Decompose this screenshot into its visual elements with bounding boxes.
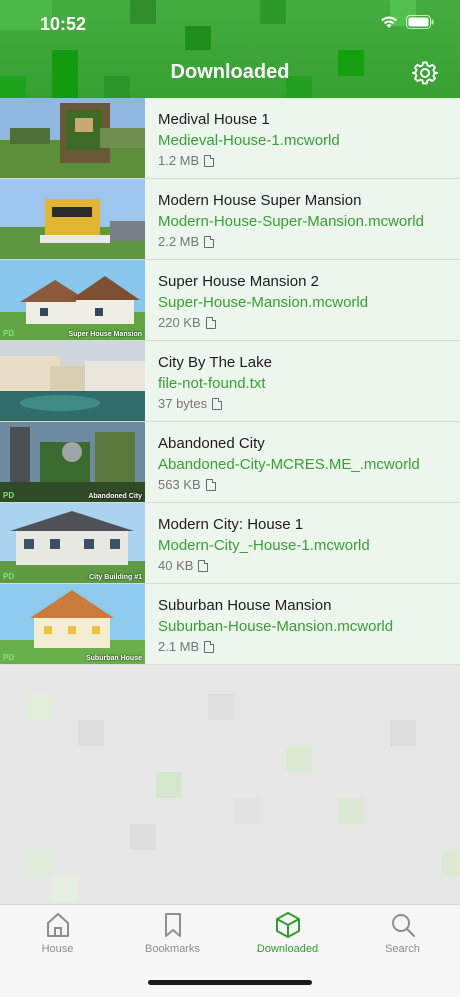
item-size: 2.1 MB bbox=[158, 639, 200, 654]
list-item[interactable]: PD City Building #1 Modern City: House 1… bbox=[0, 503, 460, 584]
item-size: 1.2 MB bbox=[158, 153, 200, 168]
item-name: Abandoned City bbox=[158, 435, 265, 452]
item-size: 563 KB bbox=[158, 477, 201, 492]
list-item[interactable]: PD Abandoned City Abandoned City Abandon… bbox=[0, 422, 460, 503]
list-item[interactable]: Medival House 1 Medieval-House-1.mcworld… bbox=[0, 98, 460, 179]
item-size: 40 KB bbox=[158, 558, 194, 573]
document-icon bbox=[212, 398, 223, 410]
thumbnail-image bbox=[0, 98, 145, 178]
document-icon bbox=[204, 641, 215, 653]
tab-label: Search bbox=[385, 943, 420, 955]
thumbnail-image: PD City Building #1 bbox=[0, 503, 145, 583]
document-icon bbox=[204, 155, 215, 167]
thumbnail-image: PD Abandoned City bbox=[0, 422, 145, 502]
status-time: 10:52 bbox=[40, 14, 87, 34]
wifi-icon bbox=[381, 16, 397, 28]
list-item[interactable]: City By The Lake file-not-found.txt 37 b… bbox=[0, 341, 460, 422]
list-item[interactable]: PD Suburban House Suburban House Mansion… bbox=[0, 584, 460, 665]
house-icon bbox=[46, 913, 69, 937]
item-name: City By The Lake bbox=[158, 354, 272, 371]
tab-label: House bbox=[41, 943, 74, 955]
battery-icon bbox=[406, 15, 434, 29]
background-mosaic bbox=[0, 668, 460, 904]
item-name: Suburban House Mansion bbox=[158, 597, 332, 614]
page-title: Downloaded bbox=[170, 61, 290, 83]
item-size: 2.2 MB bbox=[158, 234, 200, 249]
thumbnail-image bbox=[0, 341, 145, 421]
header-bar: 10:52 Downloaded bbox=[0, 0, 460, 98]
home-indicator bbox=[148, 980, 312, 985]
tab-bookmarks[interactable]: Bookmarks bbox=[115, 911, 230, 955]
document-icon bbox=[198, 560, 209, 572]
tab-house[interactable]: House bbox=[0, 911, 115, 955]
item-filename[interactable]: Modern-House-Super-Mansion.mcworld bbox=[158, 211, 424, 232]
thumbnail-image bbox=[0, 179, 145, 259]
gear-icon[interactable] bbox=[412, 60, 438, 86]
list-item[interactable]: PD Super House Mansion Super House Mansi… bbox=[0, 260, 460, 341]
tab-label: Downloaded bbox=[256, 943, 319, 955]
tab-label: Bookmarks bbox=[144, 943, 201, 955]
status-icons bbox=[380, 15, 434, 29]
item-filename[interactable]: Abandoned-City-MCRES.ME_.mcworld bbox=[158, 454, 420, 475]
item-filename[interactable]: Modern-City_-House-1.mcworld bbox=[158, 535, 370, 556]
item-name: Modern City: House 1 bbox=[158, 516, 304, 533]
thumbnail-image: PD Suburban House bbox=[0, 584, 145, 664]
item-size: 37 bytes bbox=[158, 396, 208, 411]
item-filename[interactable]: Medieval-House-1.mcworld bbox=[158, 130, 340, 151]
cube-icon bbox=[275, 912, 300, 938]
tab-downloaded[interactable]: Downloaded bbox=[230, 911, 345, 955]
item-name: Medival House 1 bbox=[158, 111, 270, 128]
item-filename[interactable]: Suburban-House-Mansion.mcworld bbox=[158, 616, 393, 637]
document-icon bbox=[204, 236, 215, 248]
tab-search[interactable]: Search bbox=[345, 911, 460, 955]
item-size: 220 KB bbox=[158, 315, 201, 330]
item-filename[interactable]: Super-House-Mansion.mcworld bbox=[158, 292, 368, 313]
bookmark-icon bbox=[164, 913, 181, 937]
list-item[interactable]: Modern House Super Mansion Modern-House-… bbox=[0, 179, 460, 260]
document-icon bbox=[205, 317, 216, 329]
item-filename[interactable]: file-not-found.txt bbox=[158, 373, 272, 394]
thumbnail-image: PD Super House Mansion bbox=[0, 260, 145, 340]
downloaded-list: Medival House 1 Medieval-House-1.mcworld… bbox=[0, 98, 460, 665]
search-icon bbox=[391, 914, 415, 937]
item-name: Modern House Super Mansion bbox=[158, 192, 362, 209]
document-icon bbox=[205, 479, 216, 491]
item-name: Super House Mansion 2 bbox=[158, 273, 319, 290]
